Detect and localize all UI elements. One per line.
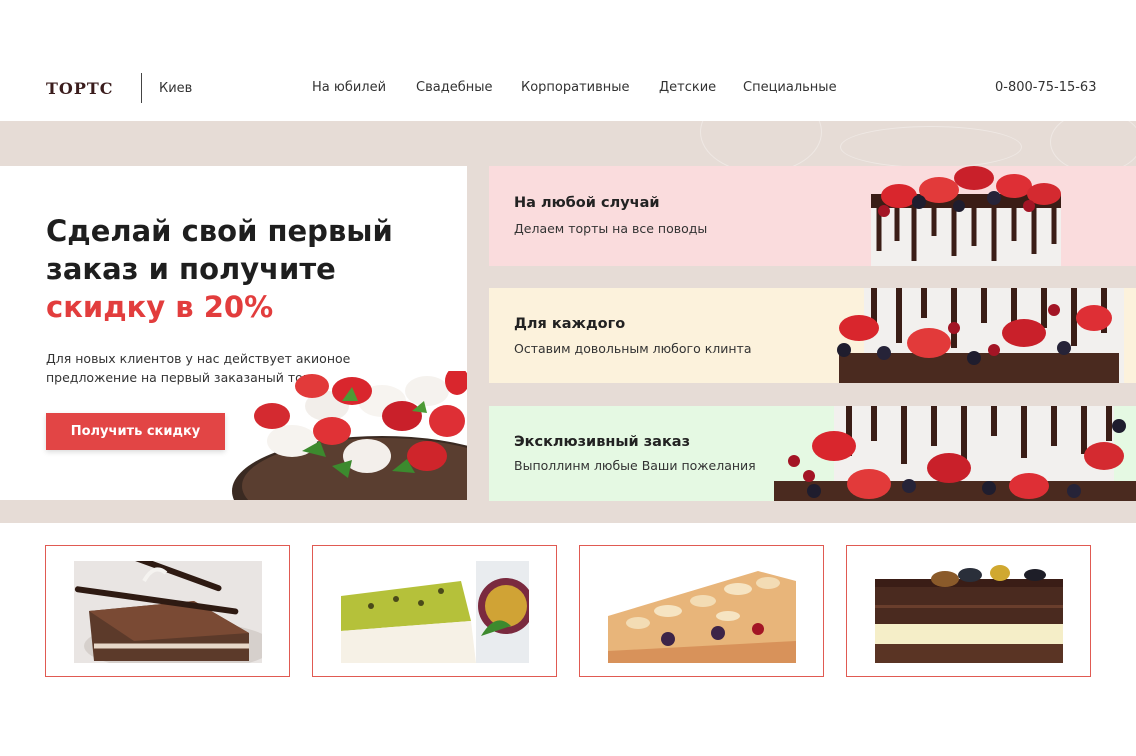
passion-fruit-cake-image — [341, 561, 529, 663]
nav-item-wedding[interactable]: Свадебные — [416, 80, 492, 95]
chocolate-slice-image — [74, 561, 262, 663]
nav-item-special[interactable]: Специальные — [743, 80, 837, 95]
product-card-passion-fruit[interactable] — [312, 545, 557, 677]
decor-ornament — [840, 126, 1022, 168]
hero-section: Сделай свой первый заказ и получите скид… — [0, 121, 1136, 523]
berry-cake-image — [774, 406, 1136, 501]
card-subtitle: Делаем торты на все поводы — [514, 221, 708, 236]
site-header: ТОРТС Киев На юбилей Свадебные Корпорати… — [0, 60, 1136, 120]
card-any-occasion[interactable]: На любой случай Делаем торты на все пово… — [489, 166, 1136, 266]
city-selector[interactable]: Киев — [159, 81, 192, 96]
promo-title-line: Сделай свой первый — [46, 214, 393, 248]
promo-title-line: заказ и получите — [46, 252, 336, 286]
product-card-almond-berry[interactable] — [579, 545, 824, 677]
header-divider — [141, 73, 142, 103]
product-card-chocolate-layer[interactable] — [846, 545, 1091, 677]
card-exclusive-order[interactable]: Эксклюзивный заказ Выполлинм любые Ваши … — [489, 406, 1136, 501]
card-title: На любой случай — [514, 195, 660, 211]
berry-cake-image — [871, 166, 1061, 266]
almond-berry-cake-image — [608, 561, 796, 663]
phone-number[interactable]: 0-800-75-15-63 — [995, 80, 1096, 95]
logo[interactable]: ТОРТС — [46, 79, 114, 98]
card-for-everyone[interactable]: Для каждого Оставим довольным любого кли… — [489, 288, 1136, 383]
product-card-chocolate-slice[interactable] — [45, 545, 290, 677]
card-subtitle: Оставим довольным любого клинта — [514, 341, 752, 356]
chocolate-layer-cake-image — [875, 561, 1063, 663]
card-title: Для каждого — [514, 316, 626, 332]
nav-item-corporate[interactable]: Корпоративные — [521, 80, 630, 95]
card-title: Эксклюзивный заказ — [514, 434, 690, 450]
nav-item-jubilee[interactable]: На юбилей — [312, 80, 386, 95]
strawberry-cake-image — [232, 371, 467, 500]
berry-cake-image — [837, 288, 1124, 383]
card-subtitle: Выполлинм любые Ваши пожелания — [514, 458, 756, 473]
nav-item-kids[interactable]: Детские — [659, 80, 716, 95]
promo-title: Сделай свой первый заказ и получите скид… — [46, 212, 393, 326]
promo-discount: скидку в 20% — [46, 290, 274, 324]
get-discount-button[interactable]: Получить скидку — [46, 413, 225, 450]
promo-panel: Сделай свой первый заказ и получите скид… — [0, 166, 467, 500]
